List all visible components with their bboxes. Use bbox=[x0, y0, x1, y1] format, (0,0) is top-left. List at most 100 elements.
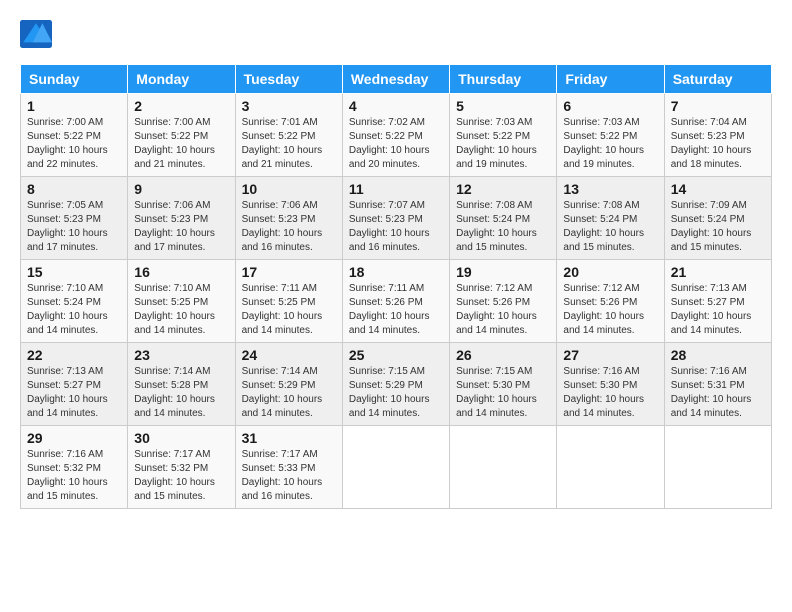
day-info: Sunrise: 7:11 AMSunset: 5:26 PMDaylight:… bbox=[349, 282, 443, 338]
calendar-cell: 14 Sunrise: 7:09 AMSunset: 5:24 PMDayligh… bbox=[664, 177, 771, 260]
day-info: Sunrise: 7:16 AMSunset: 5:32 PMDaylight:… bbox=[27, 448, 121, 504]
day-number: 8 bbox=[27, 181, 121, 197]
calendar-cell bbox=[557, 426, 664, 509]
day-info: Sunrise: 7:09 AMSunset: 5:24 PMDaylight:… bbox=[671, 199, 765, 255]
day-number: 19 bbox=[456, 264, 550, 280]
day-info: Sunrise: 7:06 AMSunset: 5:23 PMDaylight:… bbox=[134, 199, 228, 255]
header-thursday: Thursday bbox=[450, 65, 557, 94]
day-number: 20 bbox=[563, 264, 657, 280]
calendar-cell: 3 Sunrise: 7:01 AMSunset: 5:22 PMDaylight… bbox=[235, 94, 342, 177]
calendar-cell: 28 Sunrise: 7:16 AMSunset: 5:31 PMDayligh… bbox=[664, 343, 771, 426]
calendar-cell: 19 Sunrise: 7:12 AMSunset: 5:26 PMDayligh… bbox=[450, 260, 557, 343]
day-info: Sunrise: 7:06 AMSunset: 5:23 PMDaylight:… bbox=[242, 199, 336, 255]
day-info: Sunrise: 7:15 AMSunset: 5:29 PMDaylight:… bbox=[349, 365, 443, 421]
day-number: 29 bbox=[27, 430, 121, 446]
day-number: 4 bbox=[349, 98, 443, 114]
day-info: Sunrise: 7:10 AMSunset: 5:25 PMDaylight:… bbox=[134, 282, 228, 338]
calendar-cell: 23 Sunrise: 7:14 AMSunset: 5:28 PMDayligh… bbox=[128, 343, 235, 426]
calendar-cell: 21 Sunrise: 7:13 AMSunset: 5:27 PMDayligh… bbox=[664, 260, 771, 343]
calendar-cell: 4 Sunrise: 7:02 AMSunset: 5:22 PMDaylight… bbox=[342, 94, 449, 177]
day-number: 24 bbox=[242, 347, 336, 363]
header bbox=[20, 20, 772, 48]
day-info: Sunrise: 7:12 AMSunset: 5:26 PMDaylight:… bbox=[456, 282, 550, 338]
calendar-header: SundayMondayTuesdayWednesdayThursdayFrid… bbox=[21, 65, 772, 94]
day-number: 28 bbox=[671, 347, 765, 363]
day-number: 17 bbox=[242, 264, 336, 280]
calendar: SundayMondayTuesdayWednesdayThursdayFrid… bbox=[20, 64, 772, 509]
calendar-cell: 12Sunrise: 7:08 AMSunset: 5:24 PMDayligh… bbox=[450, 177, 557, 260]
day-info: Sunrise: 7:11 AMSunset: 5:25 PMDaylight:… bbox=[242, 282, 336, 338]
header-tuesday: Tuesday bbox=[235, 65, 342, 94]
header-saturday: Saturday bbox=[664, 65, 771, 94]
day-number: 2 bbox=[134, 98, 228, 114]
calendar-cell: 6 Sunrise: 7:03 AMSunset: 5:22 PMDaylight… bbox=[557, 94, 664, 177]
calendar-cell: 22Sunrise: 7:13 AMSunset: 5:27 PMDayligh… bbox=[21, 343, 128, 426]
header-friday: Friday bbox=[557, 65, 664, 94]
calendar-cell: 11Sunrise: 7:07 AMSunset: 5:23 PMDayligh… bbox=[342, 177, 449, 260]
day-number: 11 bbox=[349, 181, 443, 197]
day-number: 14 bbox=[671, 181, 765, 197]
logo bbox=[20, 20, 56, 48]
day-info: Sunrise: 7:14 AMSunset: 5:28 PMDaylight:… bbox=[134, 365, 228, 421]
day-info: Sunrise: 7:02 AMSunset: 5:22 PMDaylight:… bbox=[349, 116, 443, 172]
calendar-cell: 1 Sunrise: 7:00 AMSunset: 5:22 PMDaylight… bbox=[21, 94, 128, 177]
day-number: 13 bbox=[563, 181, 657, 197]
header-wednesday: Wednesday bbox=[342, 65, 449, 94]
day-info: Sunrise: 7:13 AMSunset: 5:27 PMDaylight:… bbox=[27, 365, 121, 421]
day-number: 27 bbox=[563, 347, 657, 363]
day-number: 7 bbox=[671, 98, 765, 114]
day-info: Sunrise: 7:08 AMSunset: 5:24 PMDaylight:… bbox=[456, 199, 550, 255]
day-number: 10 bbox=[242, 181, 336, 197]
day-info: Sunrise: 7:16 AMSunset: 5:31 PMDaylight:… bbox=[671, 365, 765, 421]
calendar-cell bbox=[450, 426, 557, 509]
day-number: 15 bbox=[27, 264, 121, 280]
day-info: Sunrise: 7:13 AMSunset: 5:27 PMDaylight:… bbox=[671, 282, 765, 338]
calendar-cell: 16 Sunrise: 7:10 AMSunset: 5:25 PMDayligh… bbox=[128, 260, 235, 343]
day-number: 25 bbox=[349, 347, 443, 363]
day-number: 6 bbox=[563, 98, 657, 114]
day-info: Sunrise: 7:03 AMSunset: 5:22 PMDaylight:… bbox=[563, 116, 657, 172]
calendar-cell: 29 Sunrise: 7:16 AMSunset: 5:32 PMDayligh… bbox=[21, 426, 128, 509]
day-number: 16 bbox=[134, 264, 228, 280]
day-number: 31 bbox=[242, 430, 336, 446]
calendar-cell: 31Sunrise: 7:17 AMSunset: 5:33 PMDayligh… bbox=[235, 426, 342, 509]
day-number: 26 bbox=[456, 347, 550, 363]
day-number: 30 bbox=[134, 430, 228, 446]
day-number: 21 bbox=[671, 264, 765, 280]
calendar-cell bbox=[664, 426, 771, 509]
calendar-cell: 13 Sunrise: 7:08 AMSunset: 5:24 PMDayligh… bbox=[557, 177, 664, 260]
calendar-cell: 17 Sunrise: 7:11 AMSunset: 5:25 PMDayligh… bbox=[235, 260, 342, 343]
day-number: 1 bbox=[27, 98, 121, 114]
week-row-2: 15 Sunrise: 7:10 AMSunset: 5:24 PMDayligh… bbox=[21, 260, 772, 343]
calendar-cell bbox=[342, 426, 449, 509]
calendar-cell: 15 Sunrise: 7:10 AMSunset: 5:24 PMDayligh… bbox=[21, 260, 128, 343]
day-info: Sunrise: 7:04 AMSunset: 5:23 PMDaylight:… bbox=[671, 116, 765, 172]
calendar-cell: 25 Sunrise: 7:15 AMSunset: 5:29 PMDayligh… bbox=[342, 343, 449, 426]
calendar-cell: 24 Sunrise: 7:14 AMSunset: 5:29 PMDayligh… bbox=[235, 343, 342, 426]
header-monday: Monday bbox=[128, 65, 235, 94]
day-info: Sunrise: 7:14 AMSunset: 5:29 PMDaylight:… bbox=[242, 365, 336, 421]
day-info: Sunrise: 7:00 AMSunset: 5:22 PMDaylight:… bbox=[27, 116, 121, 172]
header-sunday: Sunday bbox=[21, 65, 128, 94]
day-number: 5 bbox=[456, 98, 550, 114]
week-row-3: 22Sunrise: 7:13 AMSunset: 5:27 PMDayligh… bbox=[21, 343, 772, 426]
calendar-cell: 7 Sunrise: 7:04 AMSunset: 5:23 PMDaylight… bbox=[664, 94, 771, 177]
day-info: Sunrise: 7:05 AMSunset: 5:23 PMDaylight:… bbox=[27, 199, 121, 255]
day-info: Sunrise: 7:01 AMSunset: 5:22 PMDaylight:… bbox=[242, 116, 336, 172]
calendar-cell: 9 Sunrise: 7:06 AMSunset: 5:23 PMDaylight… bbox=[128, 177, 235, 260]
day-number: 9 bbox=[134, 181, 228, 197]
day-info: Sunrise: 7:00 AMSunset: 5:22 PMDaylight:… bbox=[134, 116, 228, 172]
week-row-0: 1 Sunrise: 7:00 AMSunset: 5:22 PMDaylight… bbox=[21, 94, 772, 177]
calendar-cell: 2 Sunrise: 7:00 AMSunset: 5:22 PMDaylight… bbox=[128, 94, 235, 177]
day-number: 3 bbox=[242, 98, 336, 114]
calendar-body: 1 Sunrise: 7:00 AMSunset: 5:22 PMDaylight… bbox=[21, 94, 772, 509]
calendar-cell: 8 Sunrise: 7:05 AMSunset: 5:23 PMDaylight… bbox=[21, 177, 128, 260]
day-info: Sunrise: 7:12 AMSunset: 5:26 PMDaylight:… bbox=[563, 282, 657, 338]
day-info: Sunrise: 7:10 AMSunset: 5:24 PMDaylight:… bbox=[27, 282, 121, 338]
week-row-1: 8 Sunrise: 7:05 AMSunset: 5:23 PMDaylight… bbox=[21, 177, 772, 260]
day-info: Sunrise: 7:08 AMSunset: 5:24 PMDaylight:… bbox=[563, 199, 657, 255]
calendar-cell: 30 Sunrise: 7:17 AMSunset: 5:32 PMDayligh… bbox=[128, 426, 235, 509]
day-info: Sunrise: 7:17 AMSunset: 5:32 PMDaylight:… bbox=[134, 448, 228, 504]
calendar-cell: 10 Sunrise: 7:06 AMSunset: 5:23 PMDayligh… bbox=[235, 177, 342, 260]
day-number: 23 bbox=[134, 347, 228, 363]
